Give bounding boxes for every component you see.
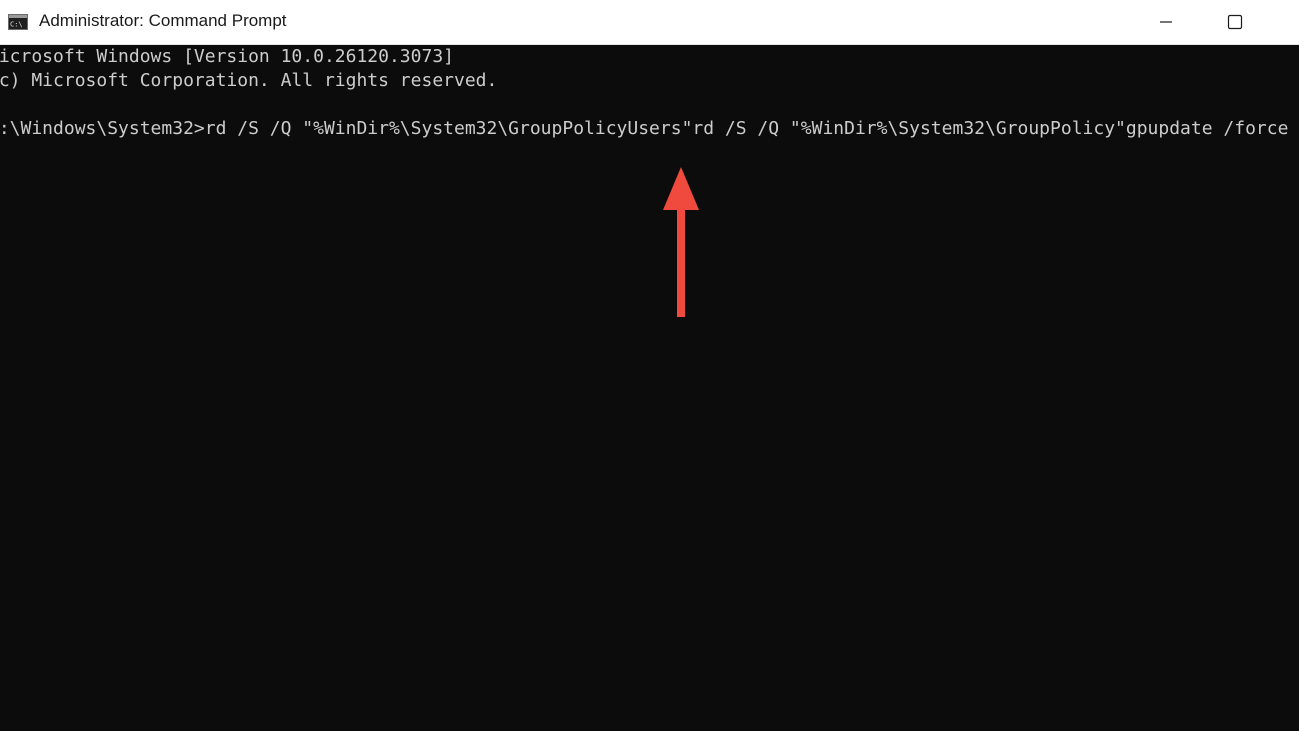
- window-title: Administrator: Command Prompt: [39, 11, 287, 30]
- maximize-icon: [1227, 14, 1243, 30]
- console-output[interactable]: Microsoft Windows [Version 10.0.26120.30…: [0, 45, 1299, 731]
- console-line-command: C:\Windows\System32>rd /S /Q "%WinDir%\S…: [0, 118, 1289, 139]
- svg-text:C:\: C:\: [10, 21, 23, 29]
- arrow-up-icon: [663, 167, 699, 317]
- title-bar[interactable]: C:\ Administrator: Command Prompt: [0, 0, 1299, 45]
- cmd-icon: C:\: [8, 14, 28, 30]
- command-prompt-window: C:\ Administrator: Command Prompt Micros…: [0, 0, 1299, 731]
- maximize-button[interactable]: [1212, 0, 1258, 44]
- minimize-button[interactable]: [1143, 0, 1189, 44]
- console-line-copyright: (c) Microsoft Corporation. All rights re…: [0, 70, 498, 91]
- minimize-icon: [1160, 21, 1172, 23]
- console-line-version: Microsoft Windows [Version 10.0.26120.30…: [0, 46, 454, 67]
